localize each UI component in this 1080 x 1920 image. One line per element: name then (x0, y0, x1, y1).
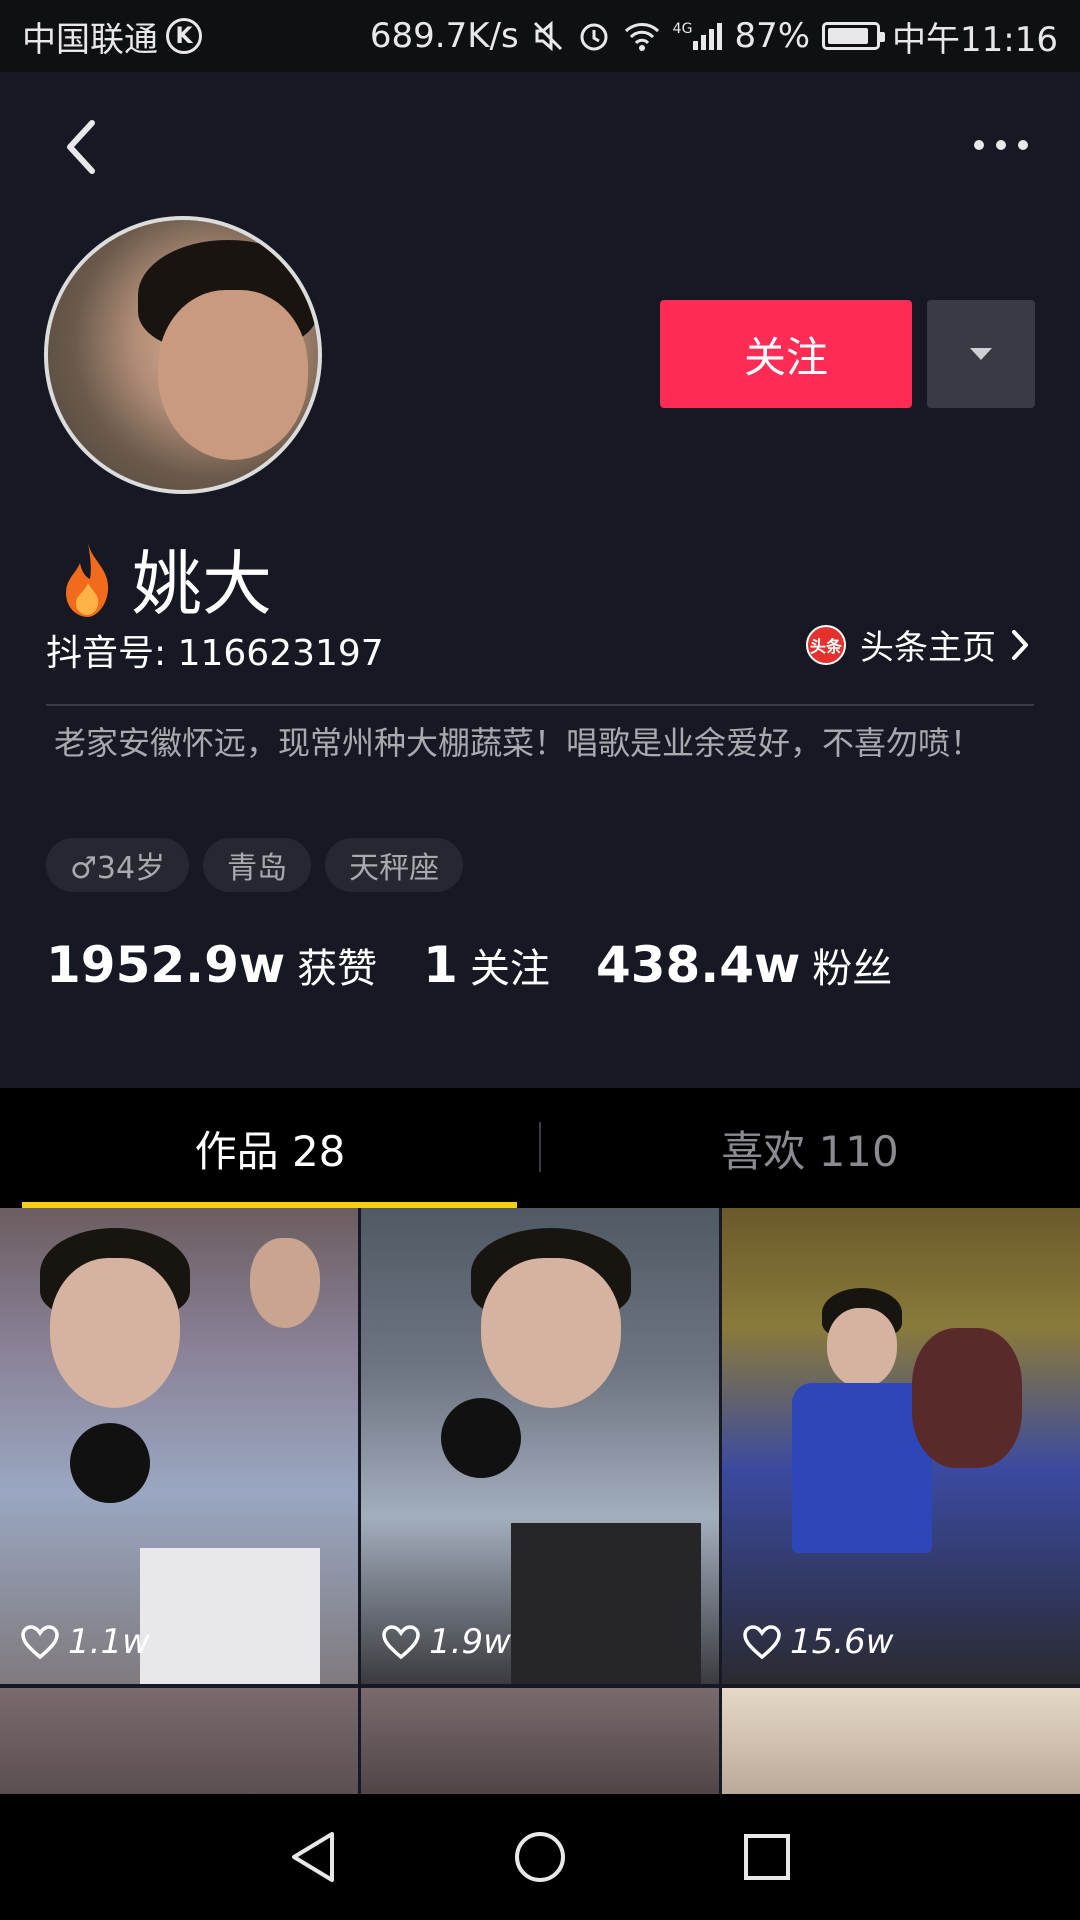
status-left: 中国联通 K (22, 12, 202, 61)
microphone-graphic (70, 1423, 150, 1503)
microphone-graphic (441, 1398, 521, 1478)
stat-followers-num: 438.4w (595, 936, 801, 994)
circle-home-icon (514, 1832, 565, 1882)
video-tile[interactable]: 1.9w (361, 1208, 719, 1684)
avatar-face (158, 290, 308, 460)
alarm-icon (577, 19, 611, 53)
video-grid: 1.1w 1.9w 15.6w (0, 1208, 1080, 1794)
stat-following[interactable]: 1 关注 (423, 936, 550, 994)
like-count-value: 15.6w (790, 1622, 894, 1662)
nav-home-button[interactable] (500, 1817, 580, 1897)
fire-icon (66, 542, 109, 617)
back-button[interactable] (50, 112, 110, 182)
video-tile[interactable]: 15.6w (722, 1208, 1080, 1684)
photo-frame-graphic (140, 1548, 320, 1684)
tab-separator (539, 1122, 541, 1172)
tag-list: ♂34岁 青岛 天秤座 (46, 838, 464, 892)
video-thumbnail-face (481, 1258, 621, 1408)
chevron-right-icon (1012, 629, 1028, 660)
signal-label: 4G (672, 21, 693, 37)
stats: 1952.9w 获赞 1 关注 438.4w 粉丝 (46, 936, 892, 994)
tag-zodiac: 天秤座 (325, 838, 464, 892)
douyin-id: 抖音号: 116623197 (46, 633, 384, 674)
tab-works[interactable]: 作品 28 (0, 1088, 540, 1208)
heart-icon (382, 1625, 420, 1660)
tab-likes-label: 喜欢 110 (721, 1126, 899, 1176)
stat-followers[interactable]: 438.4w 粉丝 (596, 936, 892, 994)
nav-back-button[interactable] (273, 1817, 353, 1897)
carrier-badge-icon: K (166, 18, 202, 54)
follow-button[interactable]: 关注 (660, 300, 912, 408)
video-tile[interactable] (0, 1688, 358, 1794)
network-speed: 689.7K/s (369, 16, 519, 56)
stat-followers-label: 粉丝 (812, 946, 893, 992)
toutiao-icon: 头条 (806, 624, 846, 665)
status-bar: 中国联通 K 689.7K/s 4G 87% 中午11:16 (0, 0, 1080, 72)
video-tile[interactable] (361, 1688, 719, 1794)
like-count: 1.9w (381, 1622, 511, 1662)
tag-location: 青岛 (203, 838, 312, 892)
video-thumbnail-face (250, 1238, 320, 1328)
profile-name: 姚大 (132, 543, 272, 625)
caret-down-icon (970, 348, 992, 360)
like-count: 1.1w (20, 1622, 150, 1662)
heart-icon (743, 1625, 781, 1660)
nav-recents-button[interactable] (727, 1817, 807, 1897)
photo-frame-graphic (511, 1523, 701, 1684)
toutiao-homepage-link[interactable]: 头条 头条主页 (806, 620, 1030, 669)
stat-likes-label: 获赞 (297, 946, 378, 992)
heart-icon (21, 1625, 59, 1660)
tag-age: ♂34岁 (46, 838, 190, 892)
video-thumbnail-face (50, 1258, 180, 1408)
name-row: 姚大 (58, 528, 272, 629)
stat-following-label: 关注 (469, 946, 550, 992)
stat-following-num: 1 (423, 936, 458, 994)
more-button[interactable] (966, 120, 1036, 170)
tab-likes[interactable]: 喜欢 110 (540, 1088, 1080, 1208)
signal-icon: 4G (673, 21, 723, 51)
battery-icon (822, 22, 886, 50)
chevron-left-icon (67, 120, 95, 174)
square-recents-icon (743, 1834, 790, 1880)
video-thumbnail-face (827, 1308, 897, 1388)
video-tile[interactable] (722, 1688, 1080, 1794)
avatar[interactable] (44, 216, 322, 494)
mute-icon (531, 19, 565, 53)
like-count-value: 1.9w (429, 1622, 511, 1662)
figure-shirt (792, 1383, 932, 1553)
flower-bouquet-graphic (912, 1328, 1022, 1468)
carrier-name: 中国联通 (22, 19, 158, 60)
stat-likes: 1952.9w 获赞 (46, 936, 377, 994)
bio: 老家安徽怀远，现常州种大棚蔬菜！唱歌是业余爱好，不喜勿喷！ (54, 724, 983, 762)
video-tile[interactable]: 1.1w (0, 1208, 358, 1684)
clock: 中午11:16 (892, 19, 1058, 60)
wifi-icon (623, 20, 661, 52)
system-nav-bar (0, 1794, 1080, 1920)
divider (46, 704, 1034, 706)
battery-percent: 87% (734, 16, 811, 56)
triangle-back-icon (292, 1832, 335, 1882)
like-count-value: 1.1w (68, 1622, 150, 1662)
stat-likes-num: 1952.9w (46, 936, 286, 994)
toutiao-link-label: 头条主页 (860, 628, 996, 668)
status-right: 689.7K/s 4G 87% 中午11:16 (370, 12, 1058, 61)
tab-works-label: 作品 28 (194, 1126, 346, 1176)
more-horizontal-icon (974, 140, 1028, 150)
like-count: 15.6w (742, 1622, 894, 1662)
recommend-dropdown-button[interactable] (927, 300, 1035, 408)
